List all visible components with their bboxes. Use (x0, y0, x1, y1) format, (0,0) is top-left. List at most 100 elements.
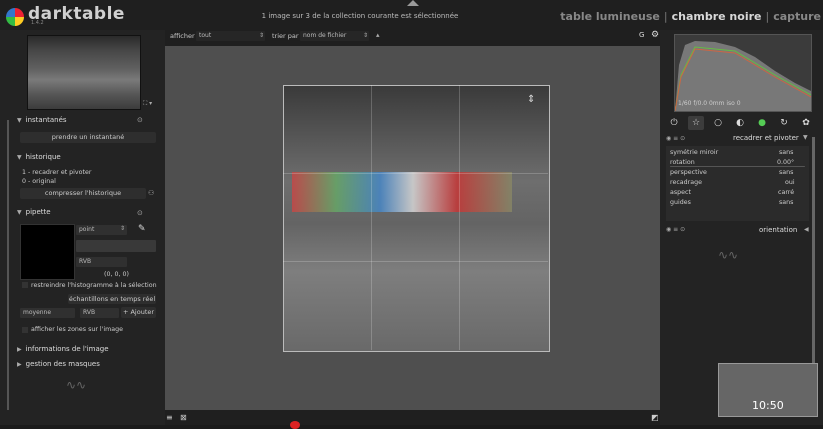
fullscreen-icon[interactable]: ◩ (651, 413, 659, 422)
view-separator: | (663, 10, 668, 23)
module-toggle-icons[interactable]: ◉ ≡ ⊙ (666, 226, 685, 233)
app-version: 1.4.2 (31, 20, 44, 26)
orientation-title[interactable]: orientation (759, 226, 797, 234)
crop-guide-line (459, 85, 460, 350)
graffiti-wall-image-detail (292, 172, 512, 212)
panel-ornament-icon: ∿∿ (718, 248, 739, 262)
expand-icon: ▼ (17, 154, 22, 161)
masks-title: gestion des masques (25, 360, 100, 368)
spinner-arrows-icon[interactable]: ⇕ (120, 225, 125, 232)
restrict-histogram-checkbox[interactable] (22, 282, 28, 288)
crop-preview-image[interactable] (283, 85, 550, 352)
param-value[interactable]: sans (779, 169, 793, 176)
sort-select[interactable]: nom de fichier (300, 31, 369, 41)
snapshots-reset-icon[interactable]: ⊙ (137, 116, 143, 124)
param-label: aspect (670, 189, 691, 196)
expand-icon: ▼ (17, 209, 22, 216)
sort-order-icon[interactable]: ▴ (376, 31, 380, 39)
collapse-top-arrow-icon[interactable] (407, 0, 419, 6)
module-toggle-icons[interactable]: ◉ ≡ ⊙ (666, 135, 685, 142)
snapshots-header[interactable]: ▼ instantanés (17, 116, 67, 124)
recording-indicator-icon (290, 421, 300, 429)
module-title[interactable]: recadrer et pivoter (733, 134, 799, 142)
view-capture[interactable]: capture (773, 10, 821, 23)
picker-reset-icon[interactable]: ⊙ (137, 209, 143, 217)
picked-color-swatch (20, 224, 75, 280)
spinner-arrows-icon[interactable]: ⇕ (363, 32, 368, 39)
add-sample-button[interactable]: + Ajouter (121, 307, 156, 318)
picker-readout: (0, 0, 0) (104, 271, 129, 278)
bottom-bar (165, 410, 660, 425)
history-style-icon[interactable]: ⚇ (148, 189, 154, 197)
show-zones-label: afficher les zones sur l'image (31, 326, 124, 333)
picker-header[interactable]: ▼ pipette (17, 208, 51, 216)
crop-guide-line (371, 85, 372, 350)
collapsed-icon: ▶ (17, 346, 22, 353)
navigation-thumbnail[interactable] (27, 35, 141, 110)
add-icon: + (122, 308, 129, 316)
picker-size-slider[interactable] (76, 240, 156, 252)
rotation-slider[interactable] (670, 166, 805, 167)
gear-icon[interactable]: ⚙ (651, 30, 659, 40)
param-value[interactable]: 0.00° (777, 159, 794, 166)
param-value[interactable]: sans (779, 199, 793, 206)
basic-group-icon[interactable]: ○ (710, 116, 726, 130)
picker-colorspace-select[interactable]: RVB (76, 257, 127, 267)
expand-module-icon[interactable]: ◀ (804, 226, 809, 233)
param-label: guides (670, 199, 691, 206)
param-label: symétrie miroir (670, 149, 719, 156)
collapse-module-icon[interactable]: ▼ (803, 134, 808, 141)
add-sample-label: Ajouter (130, 308, 155, 316)
history-item[interactable]: 1 - recadrer et pivoter (22, 169, 91, 176)
expand-icon: ▼ (17, 117, 22, 124)
tone-group-icon[interactable]: ◐ (732, 116, 748, 130)
restrict-histogram-label: restreindre l'histogramme à la sélection (31, 282, 157, 289)
move-crop-icon[interactable]: ⇕ (527, 94, 535, 105)
crop-guide-line (283, 261, 548, 262)
zoom-options-icon[interactable]: ⛶ ▾ (143, 100, 152, 108)
param-value[interactable]: carré (778, 189, 794, 196)
overlay-clock: 10:50 (752, 399, 784, 412)
correct-group-icon[interactable]: ↻ (776, 116, 792, 130)
darktable-logo-icon (6, 8, 24, 26)
compress-history-button[interactable]: compresser l'historique (20, 188, 146, 199)
statistic-select[interactable]: moyenne (20, 308, 75, 318)
param-label: recadrage (670, 179, 702, 186)
view-lighttable[interactable]: table lumineuse (560, 10, 660, 23)
param-label: rotation (670, 159, 695, 166)
power-icon[interactable]: ⏻ (666, 116, 682, 130)
history-item[interactable]: 0 - original (22, 178, 56, 185)
eyedropper-icon[interactable]: ✎ (138, 224, 146, 234)
image-info-header[interactable]: ▶ informations de l'image (17, 345, 109, 353)
favorites-star-icon[interactable]: ☆ (688, 116, 704, 130)
show-label: afficher (170, 32, 195, 40)
left-scrollbar[interactable] (7, 120, 9, 410)
status-text: 1 image sur 3 de la collection courante … (261, 12, 459, 20)
module-group-tabs: ⏻ ☆ ○ ◐ ● ↻ ✿ (666, 116, 814, 130)
sort-label: trier par (272, 32, 299, 40)
quick-access-icon[interactable]: ⊠ (180, 413, 187, 422)
image-info-title: informations de l'image (25, 345, 109, 353)
show-zones-checkbox[interactable] (22, 327, 28, 333)
param-value[interactable]: sans (779, 149, 793, 156)
grouping-button[interactable]: G (639, 31, 644, 39)
menu-icon[interactable]: ≡ (166, 413, 173, 422)
sample-colorspace-select[interactable]: RVB (80, 308, 119, 318)
picker-title: pipette (25, 208, 51, 216)
exif-readout: 1/60 f/0.0 0mm iso 0 (678, 100, 741, 107)
history-header[interactable]: ▼ historique (17, 153, 61, 161)
take-snapshot-button[interactable]: prendre un instantané (20, 132, 156, 143)
show-filter-select[interactable]: tout (196, 31, 265, 41)
masks-header[interactable]: ▶ gestion des masques (17, 360, 100, 368)
collapsed-icon: ▶ (17, 361, 22, 368)
view-darkroom[interactable]: chambre noire (672, 10, 762, 23)
effect-group-icon[interactable]: ✿ (798, 116, 814, 130)
spinner-arrows-icon[interactable]: ⇕ (259, 32, 264, 39)
live-samples-button[interactable]: échantillons en temps réel (68, 294, 156, 304)
param-value[interactable]: oui (785, 179, 795, 186)
view-switcher: table lumineuse | chambre noire | capture (560, 10, 821, 23)
snapshots-title: instantanés (25, 116, 67, 124)
crop-guide-line (283, 173, 548, 174)
color-group-icon[interactable]: ● (754, 116, 770, 130)
history-title: historique (25, 153, 61, 161)
